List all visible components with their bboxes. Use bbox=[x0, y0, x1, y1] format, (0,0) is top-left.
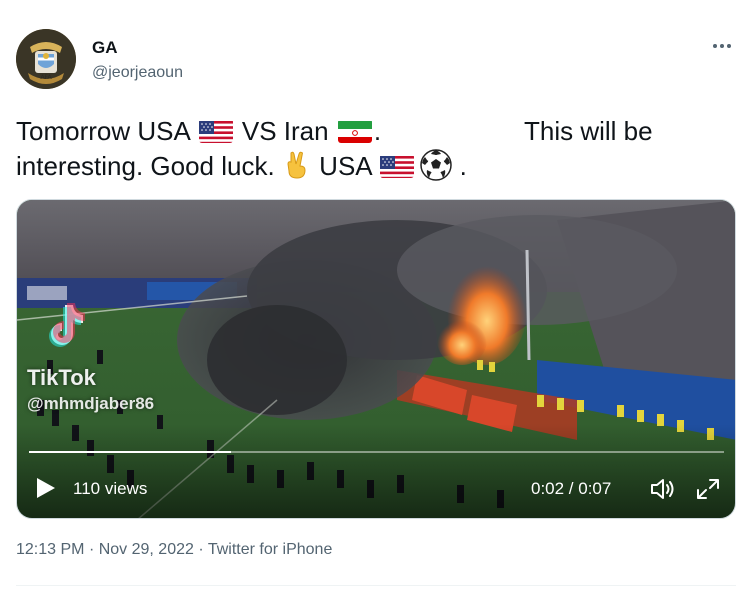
soccer-ball-icon bbox=[420, 149, 453, 181]
volume-icon[interactable] bbox=[649, 477, 675, 501]
tweet-text: Tomorrow USA VS Iran . This will be inte… bbox=[16, 114, 736, 184]
tweet-text-segment: This will be bbox=[524, 116, 653, 146]
tweet-time[interactable]: 12:13 PM bbox=[16, 541, 84, 558]
separator: · bbox=[198, 541, 204, 558]
us-flag-icon bbox=[380, 154, 415, 178]
tweet-source[interactable]: Twitter for iPhone bbox=[208, 541, 333, 558]
play-icon[interactable] bbox=[35, 476, 57, 500]
video-player[interactable]: TikTok @mhmdjaber86 110 views 0:02 / 0:0… bbox=[16, 199, 736, 519]
divider bbox=[16, 585, 736, 586]
iran-flag-icon bbox=[337, 119, 372, 143]
svg-text:AFA: AFA bbox=[40, 74, 52, 81]
tweet-date[interactable]: Nov 29, 2022 bbox=[99, 541, 194, 558]
tiktok-watermark: TikTok bbox=[27, 365, 96, 390]
victory-hand-icon bbox=[284, 150, 310, 180]
tweet-text-segment: interesting. Good luck. bbox=[16, 151, 275, 181]
us-flag-icon bbox=[198, 119, 233, 143]
video-progress-bar[interactable] bbox=[29, 451, 724, 453]
tweet-line-2: interesting. Good luck. USA . bbox=[16, 149, 736, 184]
tweet-text-segment: VS Iran bbox=[241, 116, 329, 146]
tweet-text-segment: USA bbox=[319, 151, 372, 181]
video-frame bbox=[17, 200, 735, 518]
tweet-text-segment: . bbox=[373, 116, 382, 146]
author-name[interactable]: GA bbox=[92, 38, 118, 58]
tweet-metadata: 12:13 PM · Nov 29, 2022 · Twitter for iP… bbox=[16, 541, 332, 559]
tweet-text-segment: . bbox=[459, 151, 467, 181]
view-count: 110 views bbox=[73, 479, 148, 498]
expand-icon[interactable] bbox=[695, 477, 721, 501]
tweet-text-segment: Tomorrow USA bbox=[16, 116, 190, 146]
tweet-line-1: Tomorrow USA VS Iran . This will be bbox=[16, 114, 736, 149]
author-handle[interactable]: @jeorjeaoun bbox=[92, 64, 183, 82]
separator: · bbox=[88, 541, 95, 558]
more-icon[interactable] bbox=[708, 36, 736, 56]
avatar[interactable]: AFA bbox=[16, 29, 76, 89]
video-time: 0:02 / 0:07 bbox=[531, 479, 612, 498]
avatar-crest-icon: AFA bbox=[16, 29, 76, 89]
tiktok-username: @mhmdjaber86 bbox=[27, 394, 155, 413]
video-progress-fill bbox=[29, 451, 231, 453]
